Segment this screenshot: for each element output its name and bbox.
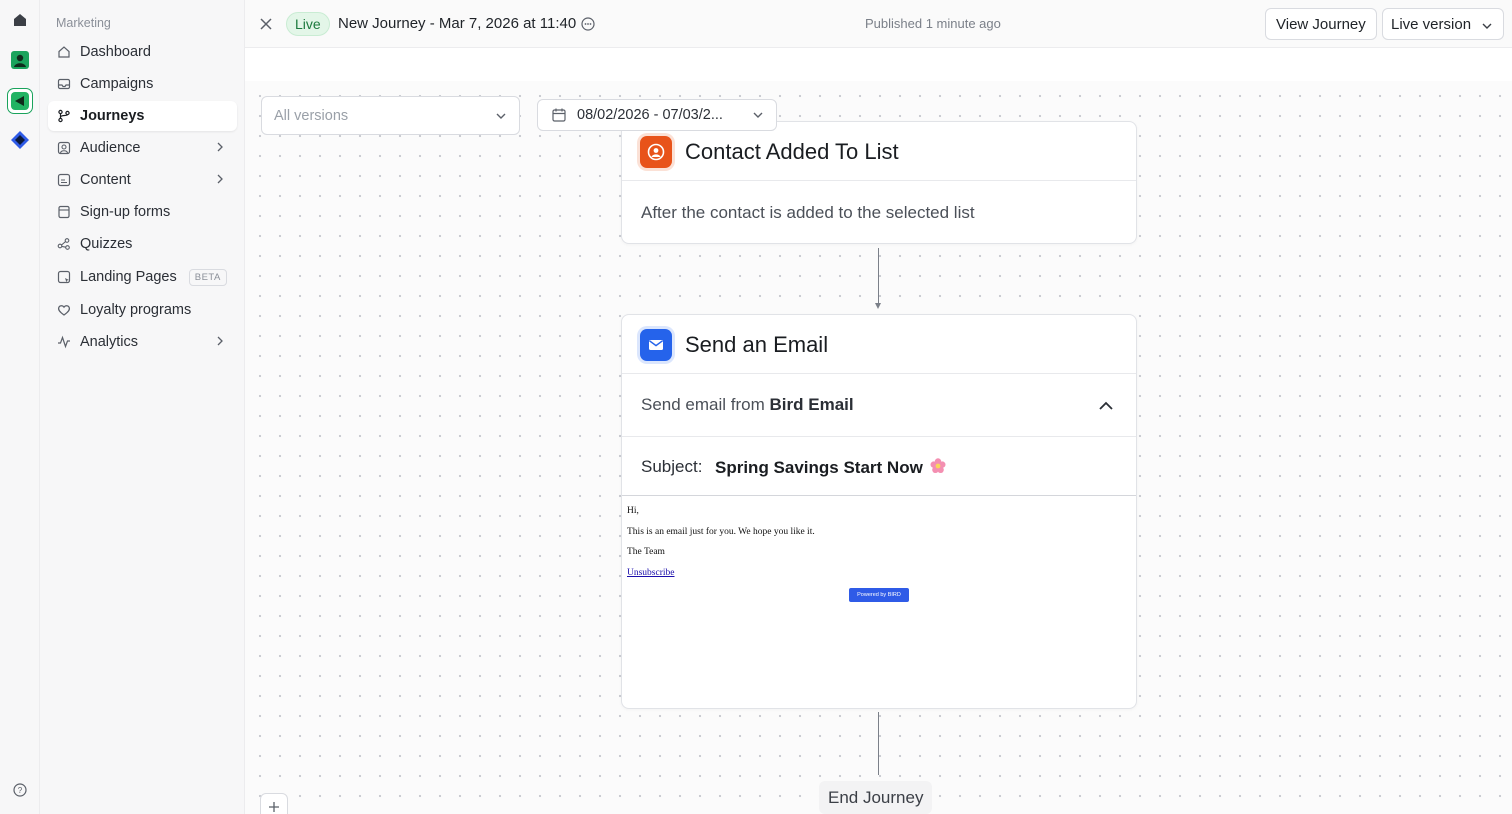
end-journey-node[interactable]: End Journey	[819, 781, 933, 814]
version-select-value: Live version	[1391, 15, 1472, 33]
connector-line	[878, 712, 879, 775]
send-email-node[interactable]: Send an Email Send email from Bird Email…	[621, 314, 1137, 709]
powered-by-badge: Powered by BIRD	[849, 588, 909, 602]
sidebar-item-audience[interactable]: Audience	[48, 133, 237, 163]
email-sender-text: Send email from Bird Email	[641, 395, 854, 414]
sidebar-item-label: Analytics	[80, 334, 139, 350]
sidebar-item-analytics[interactable]: Analytics	[48, 327, 237, 357]
sidebar-item-content[interactable]: Content	[48, 165, 237, 195]
form-icon	[57, 205, 71, 219]
versions-select[interactable]: All versions	[261, 96, 520, 135]
sidebar-item-label: Dashboard	[80, 44, 151, 60]
inbox-icon	[57, 77, 71, 91]
beta-badge: BETA	[188, 268, 227, 286]
help-icon[interactable]: ?	[8, 778, 32, 802]
sidebar-item-label: Sign-up forms	[80, 204, 171, 220]
status-badge: Live	[286, 12, 330, 36]
content-icon	[57, 173, 71, 187]
contacts-app-icon[interactable]	[8, 48, 32, 72]
sidebar-section-label: Marketing	[56, 16, 111, 30]
home-icon[interactable]	[8, 8, 32, 32]
marketing-app-icon[interactable]	[7, 88, 33, 114]
sidebar-item-dashboard[interactable]: Dashboard	[48, 37, 237, 67]
journey-canvas[interactable]: All versions 08/02/2026 - 07/03/2... Con…	[245, 81, 1512, 814]
journey-header: Live New Journey - Mar 7, 2026 at 11:40 …	[245, 0, 1512, 48]
sidebar-item-label: Loyalty programs	[80, 302, 192, 318]
sidebar-item-label: Campaigns	[80, 76, 154, 92]
sidebar-item-journeys[interactable]: Journeys	[48, 101, 237, 131]
chevron-down-icon	[1481, 19, 1493, 36]
sidebar-item-landing-pages[interactable]: Landing Pages BETA	[48, 262, 237, 292]
connector-arrow	[875, 303, 881, 309]
calendar-icon	[551, 107, 567, 123]
sidebar-item-campaigns[interactable]: Campaigns	[48, 69, 237, 99]
mail-icon	[640, 329, 672, 361]
email-subject-value: Spring Savings Start Now	[715, 457, 947, 480]
trigger-node-title: Contact Added To List	[685, 139, 899, 164]
journey-title[interactable]: New Journey - Mar 7, 2026 at 11:40	[338, 15, 576, 32]
email-sender-row[interactable]: Send email from Bird Email	[622, 374, 1136, 437]
connector-line	[878, 248, 879, 306]
versions-select-placeholder: All versions	[274, 107, 349, 124]
chevron-right-icon	[215, 141, 225, 157]
chevron-right-icon	[215, 173, 225, 189]
contact-icon	[640, 136, 672, 168]
email-sender-name: Bird Email	[769, 395, 854, 414]
unsubscribe-link[interactable]: Unsubscribe	[627, 568, 675, 578]
published-status: Published 1 minute ago	[865, 16, 1001, 31]
chevron-down-icon	[495, 110, 507, 126]
trigger-node[interactable]: Contact Added To List After the contact …	[621, 121, 1137, 244]
bird-app-icon[interactable]	[8, 128, 32, 152]
sidebar-item-label: Quizzes	[80, 236, 133, 252]
chevron-right-icon	[215, 335, 225, 351]
landing-page-icon	[57, 270, 71, 284]
email-subject-row: Subject: Spring Savings Start Now	[622, 437, 1136, 496]
sidebar-item-label: Content	[80, 172, 131, 188]
sidebar: Marketing Dashboard Campaigns Journeys A…	[40, 0, 245, 814]
flower-icon	[929, 457, 947, 480]
svg-text:?: ?	[18, 786, 23, 795]
view-journey-button[interactable]: View Journey	[1265, 8, 1377, 40]
more-info-icon[interactable]	[580, 16, 596, 32]
quiz-icon	[57, 237, 71, 251]
email-preview: Hi, This is an email just for you. We ho…	[622, 496, 1136, 708]
version-select[interactable]: Live version	[1382, 8, 1504, 40]
sidebar-item-label: Journeys	[80, 108, 145, 124]
heart-icon	[57, 303, 71, 317]
email-signature: The Team	[627, 547, 665, 557]
trigger-node-description: After the contact is added to the select…	[641, 203, 975, 222]
branch-icon	[57, 109, 71, 123]
app-rail: ?	[0, 0, 40, 814]
canvas-top-band	[245, 49, 1512, 81]
email-greeting: Hi,	[627, 506, 639, 516]
send-email-node-title: Send an Email	[685, 332, 829, 357]
add-node-button[interactable]	[260, 793, 288, 814]
chevron-up-icon[interactable]	[1098, 399, 1114, 417]
date-range-picker[interactable]: 08/02/2026 - 07/03/2...	[537, 99, 777, 131]
sidebar-item-quizzes[interactable]: Quizzes	[48, 229, 237, 259]
date-range-value: 08/02/2026 - 07/03/2...	[577, 107, 723, 123]
close-icon[interactable]	[258, 16, 274, 32]
sidebar-item-signup-forms[interactable]: Sign-up forms	[48, 197, 237, 227]
sidebar-item-loyalty-programs[interactable]: Loyalty programs	[48, 295, 237, 325]
send-email-node-header: Send an Email	[622, 315, 1136, 374]
activity-icon	[57, 335, 71, 349]
sidebar-item-label: Audience	[80, 140, 141, 156]
email-body: This is an email just for you. We hope y…	[627, 527, 815, 537]
audience-icon	[57, 141, 71, 155]
home-outline-icon	[57, 45, 71, 59]
chevron-down-icon	[752, 109, 764, 125]
sidebar-item-label: Landing Pages	[80, 269, 177, 285]
email-subject-label: Subject:	[641, 457, 703, 476]
